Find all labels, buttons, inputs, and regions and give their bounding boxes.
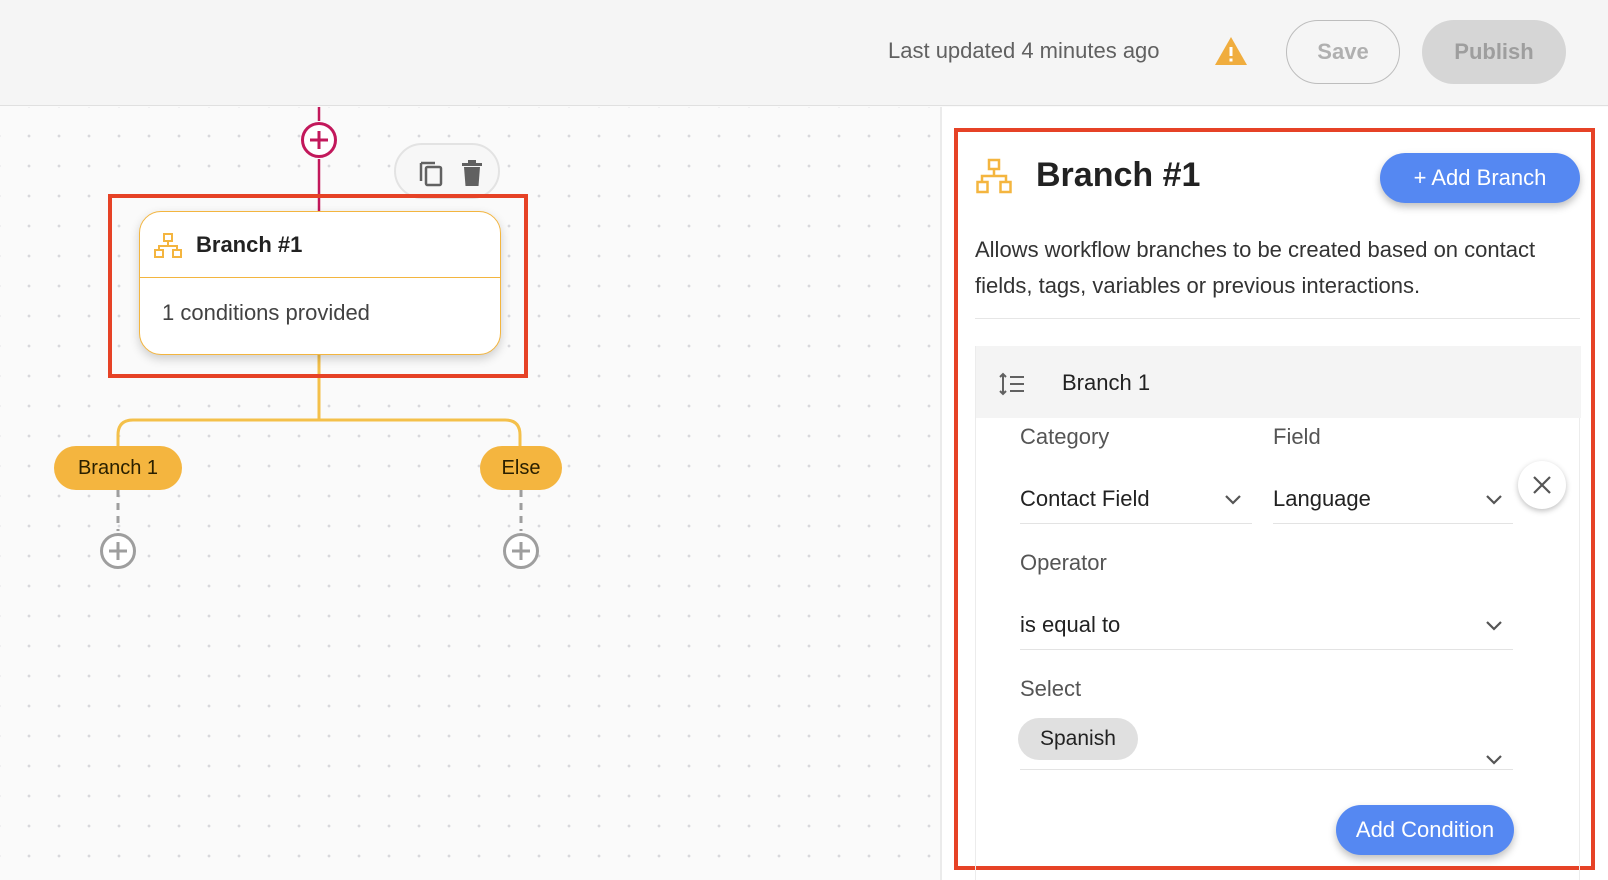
select-label: Select <box>1020 676 1082 701</box>
add-branch-button[interactable]: + Add Branch <box>1380 153 1580 203</box>
branch-pill-branch-1[interactable]: Branch 1 <box>54 446 182 490</box>
panel-separator <box>975 318 1580 319</box>
sitemap-icon <box>154 233 182 258</box>
operator-label: Operator <box>1020 550 1107 575</box>
chevron-down-icon <box>1486 495 1502 505</box>
branch-pill-else[interactable]: Else <box>480 446 562 490</box>
category-select[interactable]: Contact Field <box>1020 478 1252 524</box>
close-icon <box>1533 476 1551 494</box>
add-step-icon[interactable] <box>99 532 137 570</box>
operator-value: is equal to <box>1020 612 1121 637</box>
warning-triangle-icon <box>1215 37 1247 65</box>
selected-value-chip[interactable]: Spanish <box>1018 718 1138 760</box>
field-value: Language <box>1273 486 1371 511</box>
add-step-icon[interactable] <box>502 532 540 570</box>
trash-icon[interactable] <box>460 159 484 187</box>
sitemap-icon <box>976 158 1012 194</box>
field-select[interactable]: Language <box>1273 478 1513 524</box>
panel-title: Branch #1 <box>1036 156 1201 194</box>
chevron-down-icon <box>1486 755 1502 765</box>
operator-select[interactable]: is equal to <box>1020 604 1513 650</box>
field-label: Field <box>1273 424 1321 449</box>
node-action-toolbar <box>394 143 500 199</box>
category-label: Category <box>1020 424 1110 449</box>
category-value: Contact Field <box>1020 486 1150 511</box>
save-button[interactable]: Save <box>1286 20 1400 84</box>
connector-split <box>116 418 522 447</box>
node-header: Branch #1 <box>140 212 500 278</box>
panel-description: Allows workflow branches to be created b… <box>975 237 1536 298</box>
publish-button[interactable]: Publish <box>1422 20 1566 84</box>
add-step-icon[interactable] <box>300 121 338 159</box>
branch-card-title: Branch 1 <box>1062 370 1151 395</box>
branch-card-header[interactable]: Branch 1 <box>976 346 1581 418</box>
node-summary: 1 conditions provided <box>162 300 370 325</box>
last-updated-text: Last updated 4 minutes ago <box>888 38 1160 63</box>
copy-icon[interactable] <box>418 159 444 187</box>
chevron-down-icon <box>1486 621 1502 631</box>
add-condition-button[interactable]: Add Condition <box>1336 805 1514 855</box>
node-title: Branch #1 <box>196 232 303 257</box>
top-bar: Last updated 4 minutes ago Save Publish <box>0 0 1608 106</box>
reorder-icon[interactable] <box>998 372 1026 396</box>
remove-condition-button[interactable] <box>1518 461 1566 509</box>
branch-node-card[interactable]: Branch #1 1 conditions provided <box>139 211 501 355</box>
chevron-down-icon <box>1225 495 1241 505</box>
